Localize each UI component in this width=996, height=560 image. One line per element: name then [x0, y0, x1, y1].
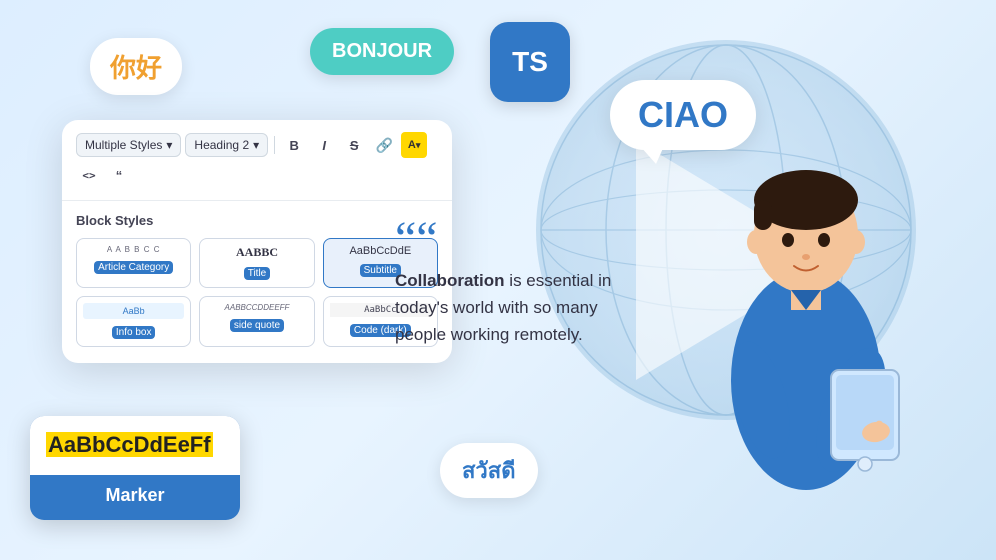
quote-bold: Collaboration — [395, 271, 505, 290]
bold-button[interactable]: B — [281, 132, 307, 158]
marker-preview: AaBbCcDdEeFf — [30, 416, 240, 475]
marker-card[interactable]: AaBbCcDdEeFf Marker — [30, 416, 240, 520]
style-item-label: side quote — [230, 319, 284, 332]
highlight-icon: A — [408, 139, 416, 151]
quote-section: ““ Collaboration is essential in today's… — [395, 215, 635, 349]
sawadee-text: สวัสดี — [462, 458, 516, 483]
person-illustration — [676, 90, 936, 510]
block-styles-panel: Block Styles A A B B C C Article Categor… — [62, 201, 452, 363]
quote-mark: ““ — [395, 215, 635, 263]
marker-preview-text: AaBbCcDdEeFf — [46, 432, 213, 457]
style-item-label: Info box — [112, 326, 156, 339]
bubble-nihao: 你好 — [90, 38, 182, 95]
chevron-down-icon: ▾ — [416, 140, 421, 151]
style-select[interactable]: Multiple Styles ▾ — [76, 133, 181, 157]
style-select-label: Multiple Styles — [85, 138, 162, 152]
editor-toolbar: Multiple Styles ▾ Heading 2 ▾ B I S 🔗 A … — [62, 120, 452, 201]
style-item-article-category[interactable]: A A B B C C Article Category — [76, 238, 191, 288]
inline-code-button[interactable]: <> — [76, 162, 102, 188]
chevron-down-icon: ▾ — [253, 138, 259, 152]
link-button[interactable]: 🔗 — [371, 132, 397, 158]
heading-select-label: Heading 2 — [194, 138, 249, 152]
block-styles-title: Block Styles — [76, 213, 438, 228]
italic-button[interactable]: I — [311, 132, 337, 158]
bubble-bonjour: BONJOUR — [310, 28, 454, 75]
style-item-label: Article Category — [94, 261, 173, 274]
blockquote-button[interactable]: “ — [106, 162, 132, 188]
ts-text: TS — [512, 46, 548, 78]
bonjour-text: BONJOUR — [332, 40, 432, 62]
style-preview: A A B B C C — [83, 245, 184, 254]
style-preview: AABBCCDDEEFF — [206, 303, 307, 312]
chevron-down-icon: ▾ — [166, 138, 172, 152]
style-item-label: Title — [244, 267, 271, 280]
quote-text: Collaboration is essential in today's wo… — [395, 267, 635, 349]
style-grid: A A B B C C Article Category AABBC Title… — [76, 238, 438, 347]
toolbar-divider-1 — [274, 136, 275, 154]
style-preview: AABBC — [206, 245, 307, 260]
heading-select[interactable]: Heading 2 ▾ — [185, 133, 268, 157]
strikethrough-button[interactable]: S — [341, 132, 367, 158]
nihao-text: 你好 — [110, 53, 162, 83]
marker-label: Marker — [30, 485, 240, 506]
editor-panel: Multiple Styles ▾ Heading 2 ▾ B I S 🔗 A … — [62, 120, 452, 363]
bubble-ts: TS — [490, 22, 570, 102]
style-item-title[interactable]: AABBC Title — [199, 238, 314, 288]
style-item-side-quote[interactable]: AABBCCDDEEFF side quote — [199, 296, 314, 347]
bubble-sawadee: สวัสดี — [440, 443, 538, 498]
style-item-infobox[interactable]: AaBb Info box — [76, 296, 191, 347]
style-preview: AaBb — [83, 303, 184, 319]
highlight-button[interactable]: A ▾ — [401, 132, 427, 158]
